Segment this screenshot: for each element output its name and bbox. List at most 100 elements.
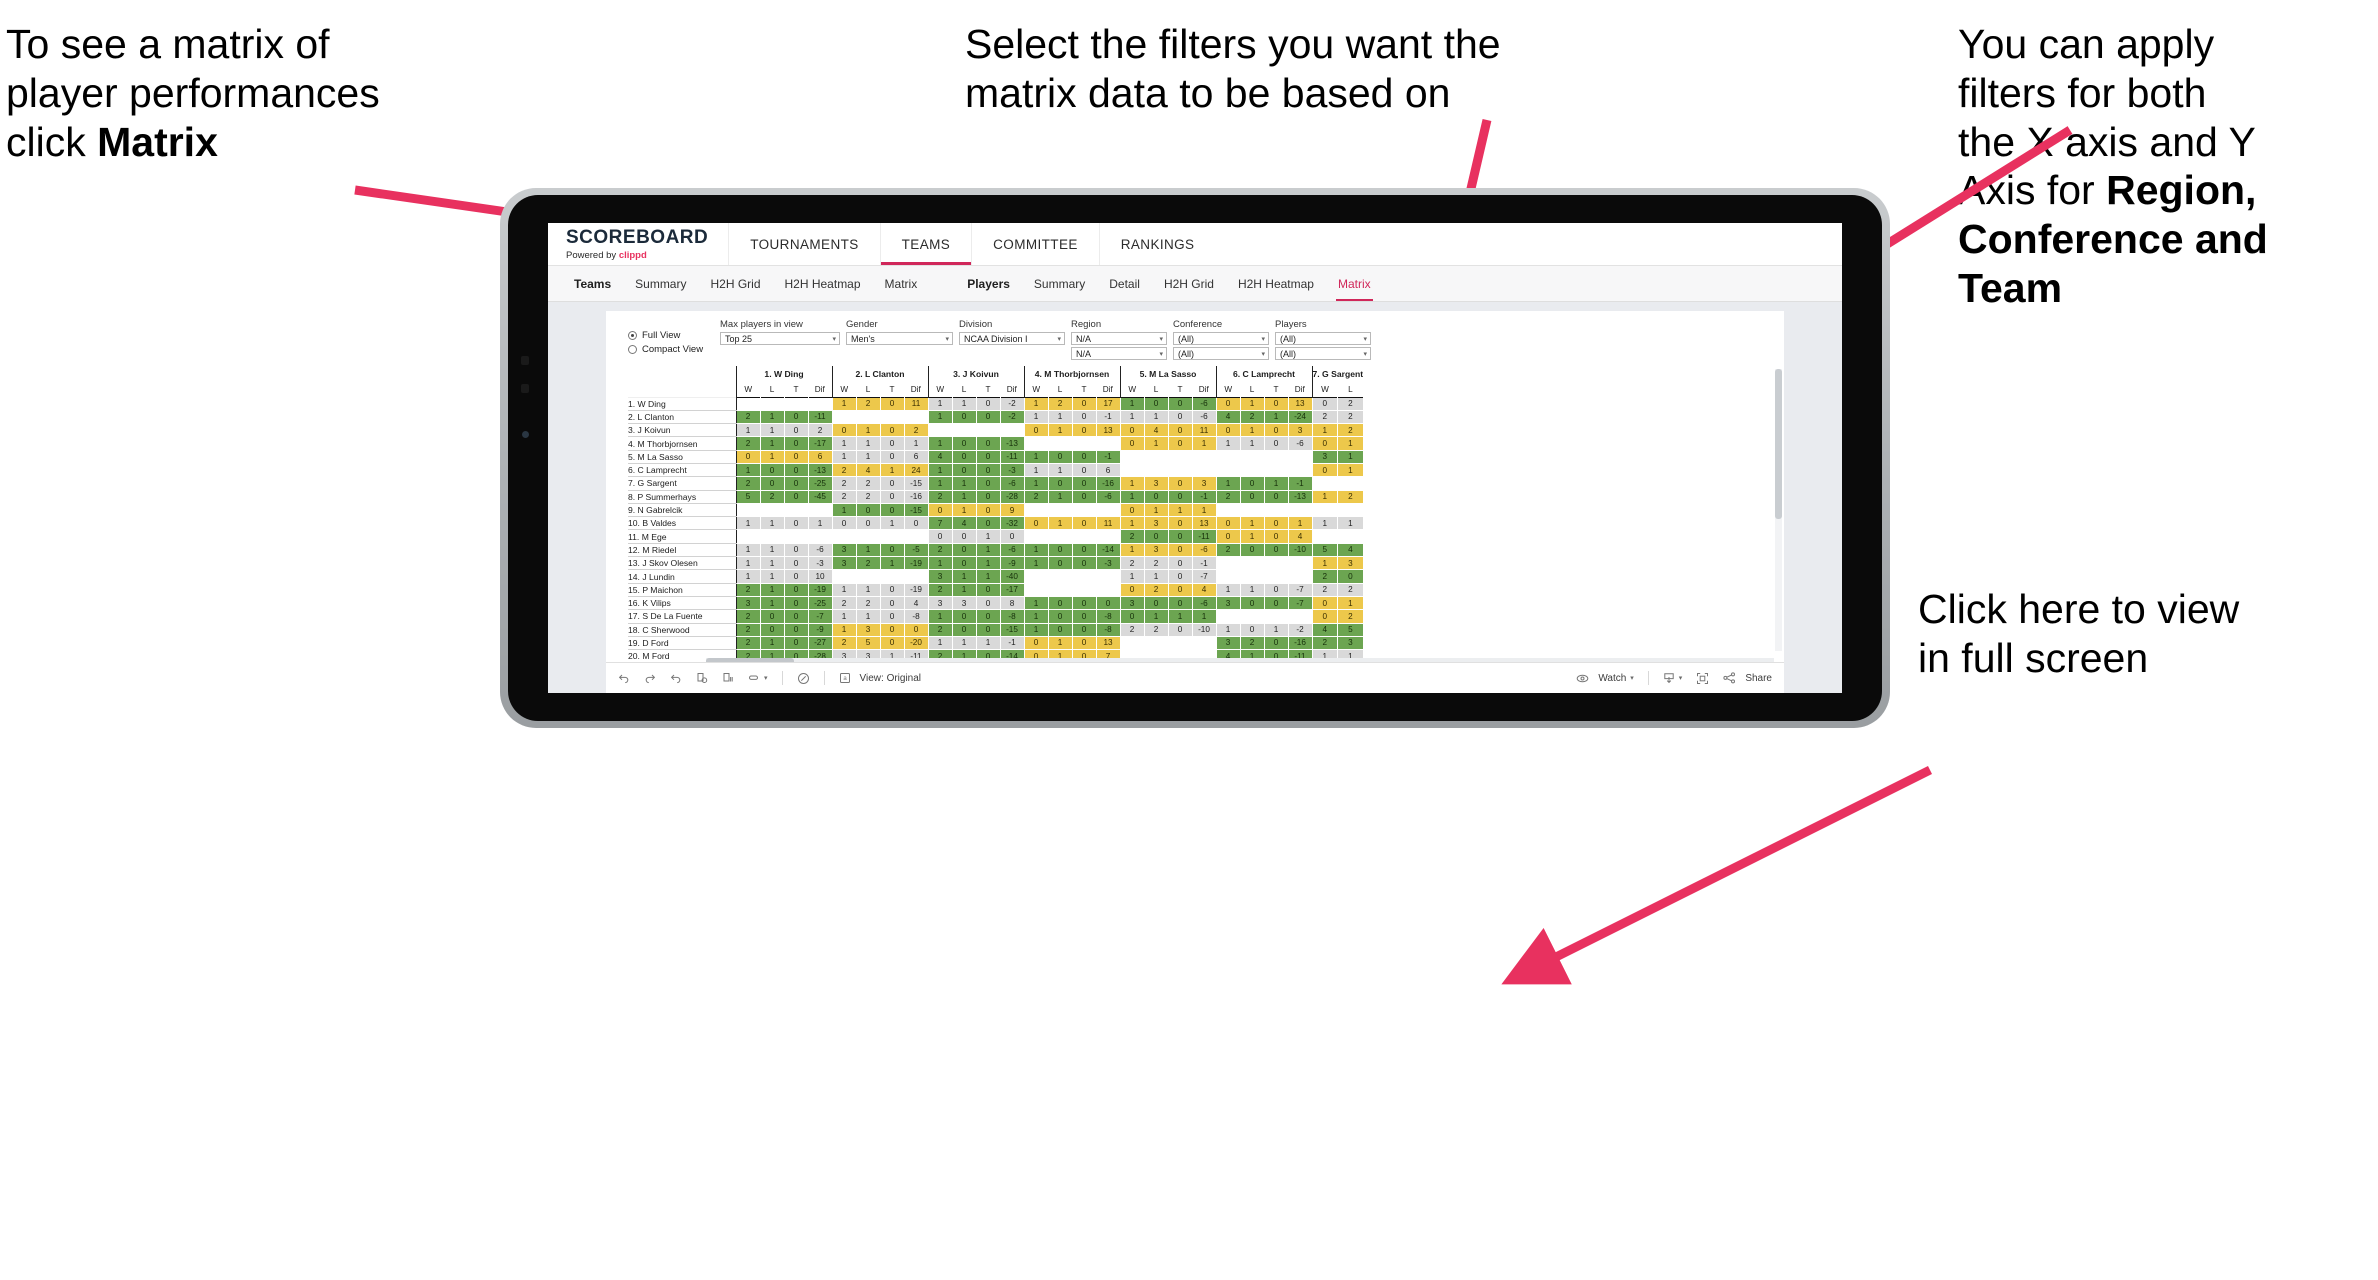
- matrix-cell[interactable]: 0: [1072, 490, 1097, 504]
- matrix-cell[interactable]: 5: [1311, 543, 1339, 558]
- matrix-row-label[interactable]: 18. C Sherwood: [628, 622, 736, 637]
- matrix-cell[interactable]: 0: [1264, 583, 1289, 597]
- matrix-cell[interactable]: 2: [1311, 410, 1339, 425]
- matrix-cell[interactable]: [1215, 503, 1241, 518]
- matrix-cell[interactable]: 0: [1240, 543, 1265, 558]
- matrix-cell[interactable]: 4: [952, 516, 977, 531]
- matrix-cell[interactable]: 1: [1119, 410, 1145, 425]
- matrix-cell[interactable]: 2: [1240, 636, 1265, 651]
- matrix-cell[interactable]: 11: [904, 397, 929, 411]
- top-nav-tournaments[interactable]: TOURNAMENTS: [728, 223, 879, 265]
- matrix-cell[interactable]: -1: [1192, 490, 1217, 504]
- matrix-cell[interactable]: [1240, 503, 1265, 518]
- matrix-cell[interactable]: 1: [1337, 516, 1364, 531]
- tablet-volume-up-button[interactable]: [521, 356, 529, 365]
- matrix-cell[interactable]: 2: [831, 636, 857, 651]
- matrix-cell[interactable]: 0: [1264, 636, 1289, 651]
- matrix-cell[interactable]: 6: [808, 450, 833, 464]
- matrix-cell[interactable]: 1: [1240, 397, 1265, 411]
- matrix-cell[interactable]: 2: [927, 543, 953, 558]
- matrix-cell[interactable]: 1: [856, 543, 881, 558]
- matrix-cell[interactable]: [1264, 609, 1289, 624]
- matrix-cell[interactable]: 1: [1240, 529, 1265, 544]
- matrix-cell[interactable]: 2: [1311, 636, 1339, 651]
- matrix-cell[interactable]: [1096, 569, 1121, 584]
- matrix-cell[interactable]: [1048, 569, 1073, 584]
- matrix-cell[interactable]: [1119, 636, 1145, 651]
- matrix-cell[interactable]: 0: [1072, 410, 1097, 425]
- matrix-row[interactable]: 4. M Thorbjornsen 2 1 0 -17 1 1 0 1 1 0 0 -13 0 1 0 1 1 1 0…: [628, 436, 1364, 451]
- matrix-cell[interactable]: 0: [1119, 583, 1145, 597]
- matrix-cell[interactable]: 1: [1023, 543, 1049, 558]
- matrix-cell[interactable]: 2: [1144, 556, 1169, 571]
- matrix-cell[interactable]: 0: [927, 529, 953, 544]
- matrix-cell[interactable]: 1: [1240, 436, 1265, 451]
- matrix-cell[interactable]: 13: [1288, 397, 1313, 411]
- matrix-cell[interactable]: [1240, 463, 1265, 478]
- filter-division-select[interactable]: NCAA Division I ▾: [959, 332, 1065, 345]
- matrix-cell[interactable]: 2: [735, 436, 761, 451]
- matrix-cell[interactable]: -5: [904, 543, 929, 558]
- matrix-cell[interactable]: 1: [1311, 516, 1339, 531]
- matrix-cell[interactable]: [1288, 450, 1313, 464]
- matrix-cell[interactable]: 0: [1072, 476, 1097, 491]
- matrix-cell[interactable]: 1: [1023, 463, 1049, 478]
- matrix-cell[interactable]: 2: [808, 423, 833, 438]
- matrix-cell[interactable]: [735, 503, 761, 518]
- matrix-cell[interactable]: 0: [880, 623, 905, 637]
- filter-players-select-y[interactable]: (All) ▾: [1275, 347, 1371, 360]
- matrix-cell[interactable]: 3: [1215, 636, 1241, 651]
- matrix-cell[interactable]: 1: [1048, 410, 1073, 425]
- matrix-cell[interactable]: 2: [1337, 423, 1364, 438]
- matrix-cell[interactable]: 0: [1144, 490, 1169, 504]
- matrix-cell[interactable]: 0: [784, 463, 809, 478]
- filter-region-select-y[interactable]: N/A ▾: [1071, 347, 1167, 360]
- sub-nav-players-matrix[interactable]: Matrix: [1326, 277, 1383, 301]
- matrix-cell[interactable]: 6: [1096, 463, 1121, 478]
- view-mode-compact[interactable]: Compact View: [628, 344, 720, 355]
- matrix-cell[interactable]: -6: [1192, 543, 1217, 558]
- matrix-cell[interactable]: 2: [1144, 583, 1169, 597]
- matrix-cell[interactable]: [856, 529, 881, 544]
- matrix-cell[interactable]: -32: [1000, 516, 1025, 531]
- matrix-cell[interactable]: [1096, 503, 1121, 518]
- matrix-cell[interactable]: 0: [1264, 397, 1289, 411]
- matrix-cell[interactable]: 0: [1168, 410, 1193, 425]
- matrix-cell[interactable]: -6: [1096, 490, 1121, 504]
- matrix-cell[interactable]: [1240, 609, 1265, 624]
- matrix-cell[interactable]: 1: [1240, 516, 1265, 531]
- matrix-cell[interactable]: 3: [1144, 516, 1169, 531]
- matrix-cell[interactable]: 0: [1119, 609, 1145, 624]
- matrix-cell[interactable]: 0: [784, 410, 809, 425]
- matrix-cell[interactable]: 0: [1048, 609, 1073, 624]
- matrix-cell[interactable]: [784, 397, 809, 411]
- matrix-cell[interactable]: 6: [904, 450, 929, 464]
- matrix-cell[interactable]: -7: [808, 609, 833, 624]
- matrix-cell[interactable]: 2: [1144, 623, 1169, 637]
- matrix-cell[interactable]: [1311, 476, 1339, 491]
- matrix-cell[interactable]: 0: [784, 623, 809, 637]
- matrix-cell[interactable]: 24: [904, 463, 929, 478]
- matrix-row-label[interactable]: 16. K Vilips: [628, 595, 736, 611]
- matrix-cell[interactable]: [1096, 529, 1121, 544]
- matrix-cell[interactable]: 5: [856, 636, 881, 651]
- matrix-cell[interactable]: 0: [784, 636, 809, 651]
- matrix-cell[interactable]: 0: [760, 623, 785, 637]
- matrix-cell[interactable]: -6: [1192, 397, 1217, 411]
- matrix-cell[interactable]: 1: [880, 556, 905, 571]
- matrix-cell[interactable]: -10: [1192, 623, 1217, 637]
- matrix-cell[interactable]: 0: [856, 503, 881, 518]
- matrix-row-label[interactable]: 12. M Riedel: [628, 542, 736, 558]
- matrix-cell[interactable]: [1144, 636, 1169, 651]
- matrix-cell[interactable]: 0: [784, 569, 809, 584]
- top-nav-teams[interactable]: TEAMS: [879, 223, 972, 265]
- matrix-cell[interactable]: 0: [1168, 583, 1193, 597]
- matrix-cell[interactable]: 0: [1168, 556, 1193, 571]
- filter-gender-select[interactable]: Men's ▾: [846, 332, 953, 345]
- matrix-cell[interactable]: 1: [1337, 463, 1364, 478]
- matrix-cell[interactable]: 1: [808, 516, 833, 531]
- refresh-data-icon[interactable]: [696, 672, 708, 684]
- matrix-cell[interactable]: 2: [856, 476, 881, 491]
- matrix-cell[interactable]: 1: [831, 397, 857, 411]
- matrix-cell[interactable]: 9: [1000, 503, 1025, 518]
